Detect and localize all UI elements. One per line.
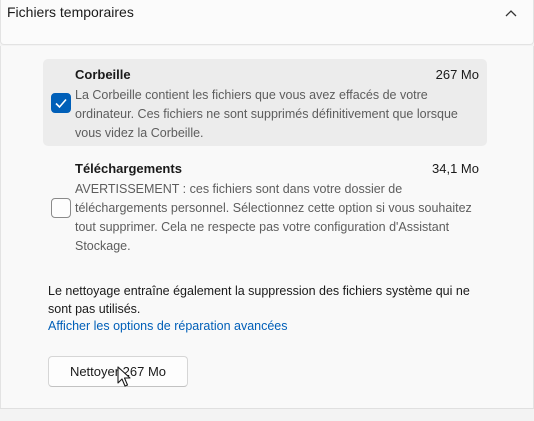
list-item-recycle-bin[interactable]: Corbeille 267 Mo La Corbeille contient l… <box>43 59 487 146</box>
item-size: 267 Mo <box>435 67 479 82</box>
section-body: Corbeille 267 Mo La Corbeille contient l… <box>0 46 534 408</box>
item-title: Corbeille <box>75 67 131 82</box>
mouse-cursor-icon <box>117 366 131 387</box>
chevron-up-icon <box>505 10 517 17</box>
checkmark-icon <box>55 98 67 109</box>
recycle-bin-checkbox[interactable] <box>51 93 71 113</box>
item-size: 34,1 Mo <box>432 161 479 176</box>
item-description: La Corbeille contient les fichiers que v… <box>75 88 458 140</box>
downloads-checkbox[interactable] <box>51 198 71 218</box>
list-item-downloads[interactable]: Téléchargements 34,1 Mo AVERTISSEMENT : … <box>43 153 487 259</box>
collapse-button[interactable] <box>493 0 529 26</box>
section-header[interactable]: Fichiers temporaires <box>0 0 534 45</box>
section-title: Fichiers temporaires <box>7 4 134 20</box>
footer-divider <box>0 408 534 421</box>
temporary-files-panel: Fichiers temporaires Corbeille 267 Mo La… <box>0 0 534 421</box>
cleanup-note: Le nettoyage entraîne également la suppr… <box>48 284 470 316</box>
item-title: Téléchargements <box>75 161 182 176</box>
advanced-repair-options-link[interactable]: Afficher les options de réparation avanc… <box>48 319 288 333</box>
item-description: AVERTISSEMENT : ces fichiers sont dans v… <box>75 182 472 253</box>
